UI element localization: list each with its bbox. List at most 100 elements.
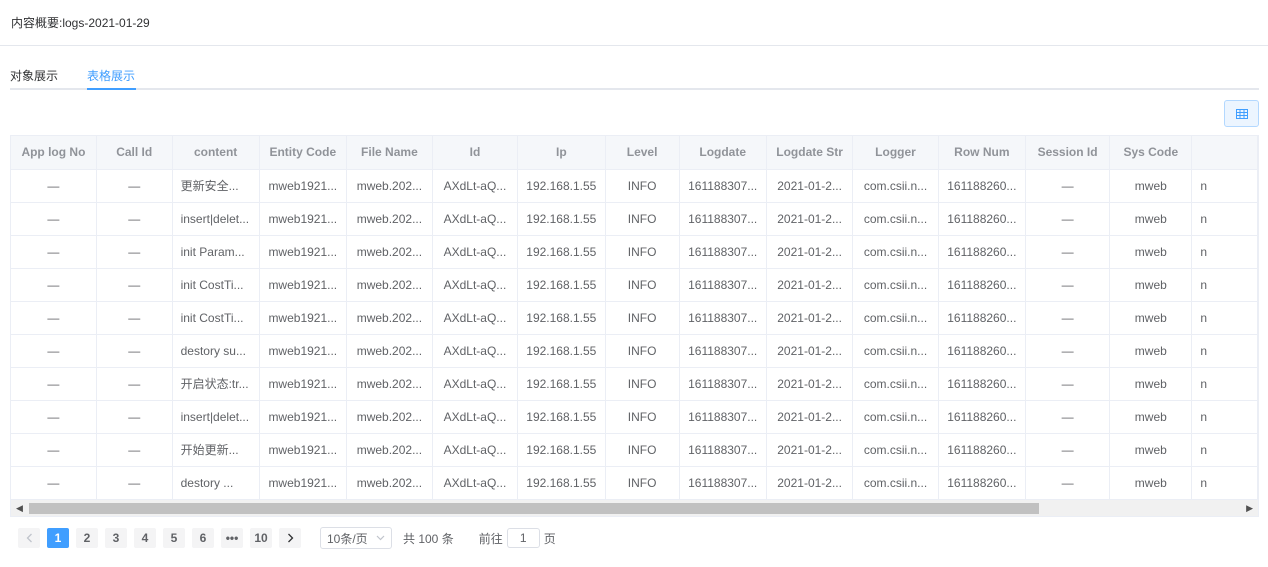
table-cell: —: [11, 268, 97, 302]
table-cell: 开始更新...: [172, 433, 260, 467]
column-header: [1191, 136, 1258, 170]
page-number-button[interactable]: 2: [76, 528, 98, 548]
table-cell: —: [1025, 400, 1111, 434]
table-cell: 2021-01-2...: [766, 301, 854, 335]
table-cell: INFO: [605, 334, 680, 368]
table-cell: mweb.202...: [346, 433, 433, 467]
table-row[interactable]: — — 开启状态:tr... mweb1921... mweb.202... AXdLt-…: [11, 367, 1258, 401]
table-cell: mweb1921...: [259, 235, 347, 269]
table-cell: mweb1921...: [259, 400, 347, 434]
table-cell: com.csii.n...: [852, 235, 939, 269]
table-cell: —: [11, 466, 97, 500]
table-cell: AXdLt-aQ...: [432, 301, 518, 335]
column-header: Logger: [852, 136, 939, 170]
table-cell: INFO: [605, 268, 680, 302]
table-cell: —: [1025, 301, 1111, 335]
table-cell: n: [1191, 367, 1258, 401]
table-cell: com.csii.n...: [852, 400, 939, 434]
page-number-list: 1 2 3 4 5 6 ••• 10: [47, 528, 279, 548]
table-cell: 192.168.1.55: [517, 367, 606, 401]
table-cell: AXdLt-aQ...: [432, 268, 518, 302]
table-cell: mweb: [1109, 334, 1193, 368]
goto-page-input[interactable]: [506, 528, 540, 548]
page-size-select[interactable]: 10条/页: [320, 527, 392, 549]
table-cell: com.csii.n...: [852, 367, 939, 401]
table-header-row: App log No Call Id content Entity Code File …: [11, 136, 1258, 170]
table-cell: 161188307...: [679, 334, 767, 368]
table-cell: AXdLt-aQ...: [432, 334, 518, 368]
table-cell: mweb.202...: [346, 466, 433, 500]
column-header: Logdate Str: [766, 136, 854, 170]
table-cell: 2021-01-2...: [766, 400, 854, 434]
page-number-button[interactable]: 10: [250, 528, 272, 548]
table-cell: n: [1191, 334, 1258, 368]
table-cell: —: [96, 334, 173, 368]
pagination: 123456 ••• 10 10条/页 共 100 条 前往 页: [18, 527, 556, 549]
page-number-button[interactable]: 1: [47, 528, 69, 548]
page-number-button[interactable]: 3: [105, 528, 127, 548]
table-cell: mweb: [1109, 235, 1193, 269]
table-cell: 161188260...: [938, 268, 1027, 302]
table-cell: —: [11, 400, 97, 434]
table-cell: —: [96, 301, 173, 335]
table-view-toggle-button[interactable]: [1224, 100, 1259, 127]
next-page-button[interactable]: [279, 528, 301, 548]
page-number-button[interactable]: 4: [134, 528, 156, 548]
table-cell: 192.168.1.55: [517, 169, 606, 203]
chevron-down-icon: [376, 535, 385, 541]
table-cell: mweb.202...: [346, 235, 433, 269]
table-cell: INFO: [605, 466, 680, 500]
table-row[interactable]: — — insert|delet... mweb1921... mweb.202... A…: [11, 202, 1258, 236]
tab-bar: 对象展示 表格展示: [10, 58, 1259, 90]
goto-page: 前往 页: [479, 528, 556, 548]
table-cell: destory su...: [172, 334, 260, 368]
table-cell: 2021-01-2...: [766, 268, 854, 302]
tab-table-view[interactable]: 表格展示: [87, 67, 135, 84]
table-cell: AXdLt-aQ...: [432, 169, 518, 203]
table-cell: —: [96, 466, 173, 500]
table-cell: 2021-01-2...: [766, 334, 854, 368]
table-cell: n: [1191, 301, 1258, 335]
tab-object-view[interactable]: 对象展示: [10, 67, 58, 84]
log-table: App log No Call Id content Entity Code File …: [10, 135, 1259, 517]
table-cell: —: [96, 169, 173, 203]
table-cell: mweb: [1109, 169, 1193, 203]
table-cell: 2021-01-2...: [766, 235, 854, 269]
table-cell: AXdLt-aQ...: [432, 235, 518, 269]
column-header: Id: [432, 136, 518, 170]
table-cell: destory ...: [172, 466, 260, 500]
scroll-left-icon[interactable]: ◀: [16, 503, 23, 514]
horizontal-scrollbar[interactable]: ◀ ▶: [11, 499, 1258, 516]
table-row[interactable]: — — insert|delet... mweb1921... mweb.202... A…: [11, 400, 1258, 434]
table-cell: AXdLt-aQ...: [432, 367, 518, 401]
table-row[interactable]: — — init CostTi... mweb1921... mweb.202... AX…: [11, 301, 1258, 335]
table-cell: mweb: [1109, 433, 1193, 467]
table-cell: 192.168.1.55: [517, 466, 606, 500]
table-row[interactable]: — — destory ... mweb1921... mweb.202... AXdLt…: [11, 466, 1258, 500]
more-pages-button[interactable]: •••: [221, 528, 243, 548]
table-row[interactable]: — — destory su... mweb1921... mweb.202... AXd…: [11, 334, 1258, 368]
table-cell: INFO: [605, 400, 680, 434]
page-number-button[interactable]: 6: [192, 528, 214, 548]
table-cell: n: [1191, 466, 1258, 500]
table-cell: mweb1921...: [259, 169, 347, 203]
table-cell: —: [1025, 235, 1111, 269]
prev-page-button[interactable]: [18, 528, 40, 548]
table-cell: AXdLt-aQ...: [432, 433, 518, 467]
table-cell: mweb: [1109, 400, 1193, 434]
table-row[interactable]: — — init Param... mweb1921... mweb.202... AXd…: [11, 235, 1258, 269]
table-cell: mweb1921...: [259, 334, 347, 368]
table-cell: —: [11, 301, 97, 335]
table-cell: insert|delet...: [172, 400, 260, 434]
table-row[interactable]: — — init CostTi... mweb1921... mweb.202... AX…: [11, 268, 1258, 302]
scrollbar-thumb[interactable]: [29, 503, 1039, 514]
page-number-button[interactable]: 5: [163, 528, 185, 548]
scroll-right-icon[interactable]: ▶: [1246, 503, 1253, 514]
table-row[interactable]: — — 更新安全... mweb1921... mweb.202... AXdLt-aQ.…: [11, 169, 1258, 203]
table-cell: 161188307...: [679, 301, 767, 335]
table-row[interactable]: — — 开始更新... mweb1921... mweb.202... AXdLt-aQ.…: [11, 433, 1258, 467]
table-cell: —: [1025, 268, 1111, 302]
table-cell: 192.168.1.55: [517, 235, 606, 269]
column-header: Ip: [517, 136, 606, 170]
column-header: Entity Code: [259, 136, 347, 170]
